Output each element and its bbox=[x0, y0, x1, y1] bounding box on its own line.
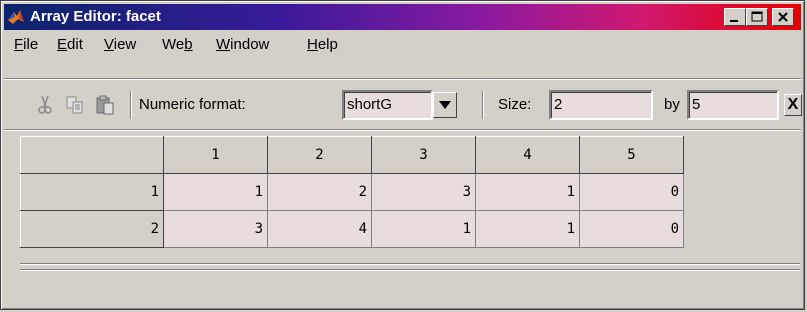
copy-icon[interactable] bbox=[64, 94, 86, 116]
table-cell[interactable]: 3 bbox=[163, 210, 268, 248]
maximize-button[interactable] bbox=[746, 8, 768, 26]
column-header[interactable]: 2 bbox=[267, 136, 372, 174]
matlab-icon bbox=[8, 10, 24, 24]
status-separator bbox=[20, 269, 800, 271]
title-bar[interactable]: Array Editor: facet bbox=[4, 4, 801, 30]
row-header[interactable]: 2 bbox=[20, 210, 164, 248]
column-header-row: 1 2 3 4 5 bbox=[20, 136, 684, 174]
rows-input[interactable]: 2 bbox=[549, 90, 653, 120]
toolbar-separator bbox=[482, 91, 484, 119]
minimize-button[interactable] bbox=[724, 8, 746, 26]
table-cell[interactable]: 2 bbox=[267, 173, 372, 211]
table-cell[interactable]: 1 bbox=[163, 173, 268, 211]
menu-web[interactable]: Web bbox=[162, 36, 193, 53]
close-window-button[interactable] bbox=[772, 8, 794, 26]
menu-window[interactable]: Window bbox=[216, 36, 269, 53]
minimize-icon bbox=[730, 20, 738, 22]
toolbar-separator-bottom bbox=[4, 129, 801, 131]
grid-corner[interactable] bbox=[20, 136, 164, 174]
maximize-icon bbox=[751, 11, 763, 22]
table-cell[interactable]: 1 bbox=[475, 173, 580, 211]
table-cell[interactable]: 0 bbox=[579, 210, 684, 248]
by-label: by bbox=[664, 96, 680, 113]
window-title: Array Editor: facet bbox=[30, 8, 161, 25]
toolbar-separator bbox=[130, 91, 132, 119]
paste-icon[interactable] bbox=[94, 94, 116, 116]
table-cell[interactable]: 1 bbox=[371, 210, 476, 248]
toolbar: Numeric format: shortG Size: 2 by 5 X bbox=[4, 83, 802, 127]
numeric-format-select[interactable]: shortG bbox=[342, 90, 433, 120]
menu-separator bbox=[4, 78, 801, 80]
table-row: 1 1 2 3 1 0 bbox=[20, 173, 684, 211]
table-cell[interactable]: 3 bbox=[371, 173, 476, 211]
table-row: 2 3 4 1 1 0 bbox=[20, 210, 684, 248]
table-cell[interactable]: 4 bbox=[267, 210, 372, 248]
array-table: 1 2 3 4 5 1 1 2 3 1 0 2 3 4 1 1 0 bbox=[20, 136, 684, 248]
table-cell[interactable]: 0 bbox=[579, 173, 684, 211]
column-header[interactable]: 4 bbox=[475, 136, 580, 174]
chevron-down-icon bbox=[439, 101, 451, 109]
menu-view[interactable]: View bbox=[104, 36, 136, 53]
close-editor-button[interactable]: X bbox=[784, 94, 802, 116]
size-label: Size: bbox=[498, 96, 532, 113]
close-icon bbox=[778, 12, 788, 22]
table-cell[interactable]: 1 bbox=[475, 210, 580, 248]
column-header[interactable]: 5 bbox=[579, 136, 684, 174]
menu-file[interactable]: File bbox=[14, 36, 38, 53]
array-grid: 1 2 3 4 5 1 1 2 3 1 0 2 3 4 1 1 0 bbox=[20, 136, 800, 270]
grid-bottom-divider bbox=[20, 263, 800, 265]
menu-bar: File Edit View Web Window Help bbox=[4, 32, 801, 58]
numeric-format-dropdown-button[interactable] bbox=[433, 92, 457, 118]
menu-edit[interactable]: Edit bbox=[57, 36, 83, 53]
menu-help[interactable]: Help bbox=[307, 36, 338, 53]
cut-icon[interactable] bbox=[34, 94, 56, 116]
cols-input[interactable]: 5 bbox=[687, 90, 779, 120]
column-header[interactable]: 3 bbox=[371, 136, 476, 174]
column-header[interactable]: 1 bbox=[163, 136, 268, 174]
array-editor-window: Array Editor: facet File Edit View Web W… bbox=[0, 0, 805, 310]
row-header[interactable]: 1 bbox=[20, 173, 164, 211]
numeric-format-label: Numeric format: bbox=[139, 96, 246, 113]
